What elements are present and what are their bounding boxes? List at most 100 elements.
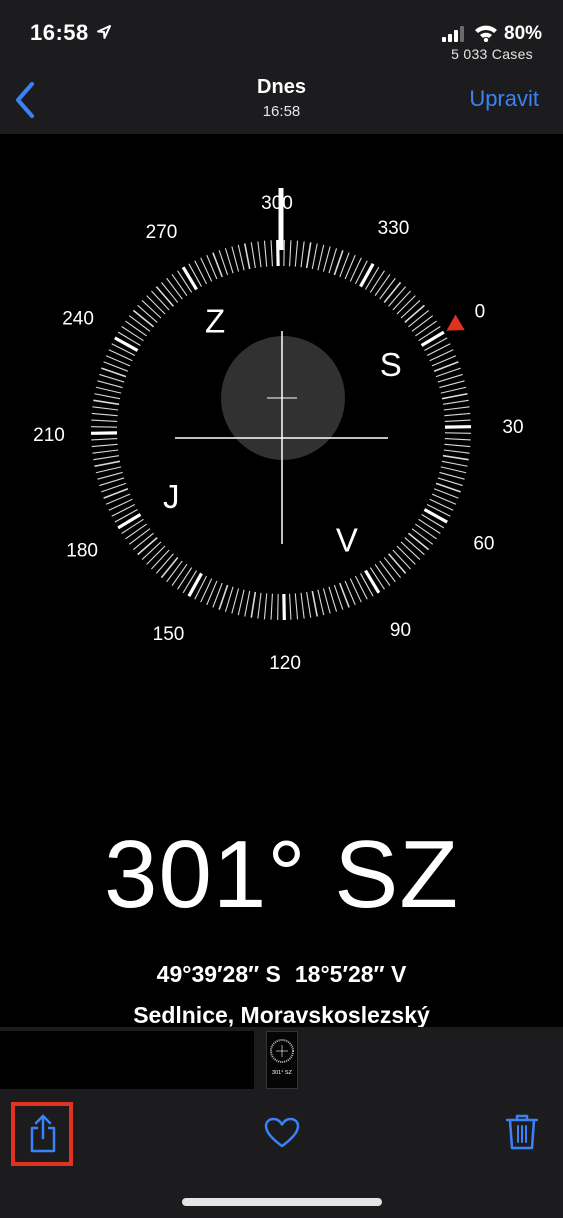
thumbnail-compass-icon xyxy=(270,1039,294,1063)
dial-tick xyxy=(444,438,471,441)
thumbnail-selected[interactable]: 301° SZ xyxy=(266,1031,298,1089)
dial-tick xyxy=(396,295,416,315)
dial-tick xyxy=(114,336,139,352)
cardinal-label: V xyxy=(336,522,358,559)
dial-tick xyxy=(443,406,470,411)
dial-tick xyxy=(146,295,166,315)
dial-tick xyxy=(91,443,118,448)
dial-tick xyxy=(374,274,391,296)
dial-tick xyxy=(392,290,411,311)
cardinal-label: J xyxy=(163,478,180,515)
dial-tick xyxy=(132,309,155,328)
dial-tick xyxy=(231,246,240,272)
dial-tick xyxy=(97,380,123,389)
thumbnail-strip[interactable]: 301° SZ xyxy=(0,1027,563,1093)
dial-tick xyxy=(151,290,170,311)
dial-tick xyxy=(294,240,299,267)
status-time: 16:58 xyxy=(30,20,89,45)
dial-tick xyxy=(379,560,396,583)
dial-tick xyxy=(439,471,465,480)
dial-tick xyxy=(349,578,362,603)
dial-tick xyxy=(289,593,292,620)
dial-tick xyxy=(396,545,416,565)
dial-tick xyxy=(95,466,122,474)
dial-tick xyxy=(181,266,198,291)
dial-tick xyxy=(244,590,251,617)
dial-tick xyxy=(94,393,121,400)
dial-tick xyxy=(97,471,123,480)
dial-tick xyxy=(108,349,133,362)
dial-tick xyxy=(270,593,273,620)
compass-dial: 300 330 0 30 60 90 120 150 180 210 240 270 Z S V J xyxy=(33,188,524,674)
dial-tick xyxy=(418,518,441,534)
dial-tick xyxy=(121,326,144,342)
edit-button[interactable]: Upravit xyxy=(469,86,539,112)
dial-tick xyxy=(437,477,463,487)
dial-tick xyxy=(441,460,468,467)
dial-tick xyxy=(177,270,193,293)
dial-tick xyxy=(408,310,430,328)
dial-tick xyxy=(125,523,147,540)
dial-tick xyxy=(379,277,396,300)
place-name: Sedlnice, Moravskoslezský xyxy=(133,1002,430,1028)
dial-tick xyxy=(125,320,147,337)
dial-tick xyxy=(421,513,445,529)
dial-tick xyxy=(383,557,401,579)
dial-tick xyxy=(364,266,380,290)
degree-label: 0 xyxy=(475,302,486,323)
dial-tick xyxy=(161,281,179,303)
dial-tick xyxy=(250,242,256,269)
navigation-bar: Dnes 16:58 Upravit xyxy=(0,70,563,134)
coordinates: 49°39′28″ S 18°5′28″ V xyxy=(0,961,563,988)
dial-tick xyxy=(231,588,240,614)
dial-tick xyxy=(93,455,120,461)
dial-tick xyxy=(440,386,467,394)
dial-tick xyxy=(294,593,299,620)
degree-label: 120 xyxy=(269,653,301,674)
dial-tick xyxy=(171,564,188,586)
dial-tick xyxy=(424,337,448,351)
dial-tick xyxy=(374,564,391,586)
heart-icon[interactable] xyxy=(264,1117,300,1149)
dial-tick xyxy=(404,304,425,324)
dial-tick xyxy=(237,244,245,271)
dial-tick xyxy=(411,315,434,332)
dial-tick xyxy=(117,331,141,347)
dial-tick xyxy=(92,406,119,411)
dial-tick xyxy=(99,477,125,487)
dial-tick xyxy=(369,567,385,590)
dial-tick xyxy=(300,592,305,619)
degree-label: 150 xyxy=(153,624,185,645)
dial-tick xyxy=(111,503,136,517)
dial-tick xyxy=(388,286,407,307)
share-button[interactable] xyxy=(11,1102,73,1166)
dial-tick xyxy=(444,443,471,448)
degree-label: 270 xyxy=(146,222,178,243)
dial-tick xyxy=(182,570,198,594)
degree-label: 180 xyxy=(66,540,98,561)
degree-label: 60 xyxy=(473,533,494,554)
dial-tick xyxy=(407,532,430,551)
dial-tick xyxy=(349,257,362,282)
dial-tick xyxy=(404,537,425,556)
dial-tick xyxy=(132,532,154,550)
degree-label: 330 xyxy=(378,218,410,239)
dial-tick xyxy=(442,399,469,405)
share-icon xyxy=(30,1114,56,1153)
dial-tick xyxy=(383,281,402,304)
dial-tick xyxy=(328,248,338,274)
dial-tick xyxy=(237,589,245,616)
dial-tick xyxy=(411,528,434,545)
dial-tick xyxy=(137,536,158,556)
thumbnail-previous[interactable] xyxy=(0,1031,254,1089)
home-indicator xyxy=(182,1198,382,1206)
dial-tick xyxy=(91,419,118,422)
dial-tick xyxy=(121,518,144,534)
dial-tick xyxy=(387,553,407,574)
dial-tick xyxy=(95,386,122,394)
dial-tick xyxy=(328,586,338,612)
dial-tick xyxy=(317,589,325,616)
dial-tick xyxy=(93,399,120,406)
trash-icon[interactable] xyxy=(506,1113,538,1151)
dial-tick xyxy=(177,567,193,590)
